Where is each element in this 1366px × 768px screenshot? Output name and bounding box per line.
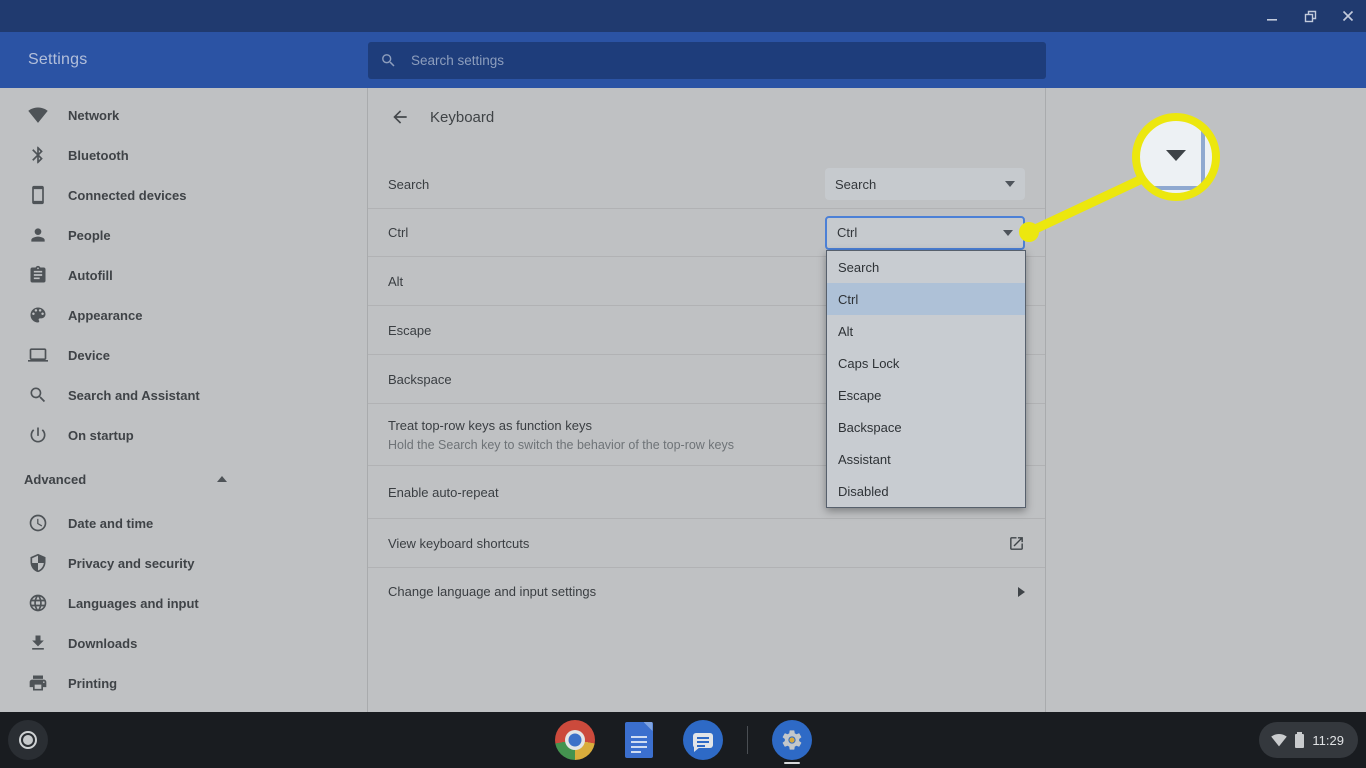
search-input[interactable] bbox=[411, 53, 1011, 68]
sidebar-item-date-time[interactable]: Date and time bbox=[0, 503, 367, 543]
menu-item-disabled[interactable]: Disabled bbox=[827, 475, 1025, 507]
dropdown-arrow-icon bbox=[1005, 181, 1015, 187]
docs-icon bbox=[625, 722, 653, 758]
sidebar-item-connected-devices[interactable]: Connected devices bbox=[0, 175, 367, 215]
settings-header: Settings bbox=[0, 32, 1366, 88]
person-icon bbox=[28, 225, 48, 245]
power-icon bbox=[28, 425, 48, 445]
menu-item-ctrl[interactable]: Ctrl bbox=[827, 283, 1025, 315]
external-link-icon bbox=[1008, 535, 1025, 552]
sidebar-item-people[interactable]: People bbox=[0, 215, 367, 255]
chromeos-screen: Settings Network Bluetooth bbox=[0, 0, 1366, 768]
subpage-header: Keyboard bbox=[368, 88, 1045, 160]
sidebar-item-languages-input[interactable]: Languages and input bbox=[0, 583, 367, 623]
palette-icon bbox=[28, 305, 48, 325]
sidebar-item-printing[interactable]: Printing bbox=[0, 663, 367, 703]
row-keyboard-shortcuts[interactable]: View keyboard shortcuts bbox=[368, 518, 1045, 567]
printer-icon bbox=[28, 673, 48, 693]
sidebar-item-search-assistant[interactable]: Search and Assistant bbox=[0, 375, 367, 415]
sidebar-item-on-startup[interactable]: On startup bbox=[0, 415, 367, 455]
sidebar-item-device[interactable]: Device bbox=[0, 335, 367, 375]
menu-item-search[interactable]: Search bbox=[827, 251, 1025, 283]
row-search-key: Search Search bbox=[368, 160, 1045, 208]
sidebar-item-privacy-security[interactable]: Privacy and security bbox=[0, 543, 367, 583]
clipboard-icon bbox=[28, 265, 48, 285]
shelf-app-chrome[interactable] bbox=[555, 716, 595, 764]
shelf-app-docs[interactable] bbox=[619, 716, 659, 764]
sidebar-item-bluetooth[interactable]: Bluetooth bbox=[0, 135, 367, 175]
ctrl-key-dropdown-menu: Search Ctrl Alt Caps Lock Escape Backspa… bbox=[826, 250, 1026, 508]
menu-item-escape[interactable]: Escape bbox=[827, 379, 1025, 411]
menu-item-backspace[interactable]: Backspace bbox=[827, 411, 1025, 443]
search-key-select[interactable]: Search bbox=[825, 168, 1025, 200]
sidebar-item-network[interactable]: Network bbox=[0, 95, 367, 135]
settings-sidebar: Network Bluetooth Connected devices Peop… bbox=[0, 88, 368, 712]
active-app-indicator bbox=[784, 762, 800, 764]
status-tray[interactable]: 11:29 bbox=[1259, 722, 1358, 758]
messages-icon bbox=[683, 720, 723, 760]
window-controls bbox=[1264, 0, 1356, 32]
menu-item-assistant[interactable]: Assistant bbox=[827, 443, 1025, 475]
settings-search-box[interactable] bbox=[368, 42, 1046, 79]
page-title: Settings bbox=[28, 32, 87, 88]
chrome-icon bbox=[555, 720, 595, 760]
clock-icon bbox=[28, 513, 48, 533]
close-button[interactable] bbox=[1340, 8, 1356, 24]
sidebar-item-appearance[interactable]: Appearance bbox=[0, 295, 367, 335]
row-ctrl-key: Ctrl Ctrl bbox=[368, 208, 1045, 256]
settings-gear-icon bbox=[772, 720, 812, 760]
dropdown-arrow-icon bbox=[1003, 230, 1013, 236]
sidebar-advanced-toggle[interactable]: Advanced bbox=[0, 455, 367, 503]
sidebar-item-downloads[interactable]: Downloads bbox=[0, 623, 367, 663]
minimize-button[interactable] bbox=[1264, 8, 1280, 24]
clock-time: 11:29 bbox=[1312, 733, 1344, 748]
shield-icon bbox=[28, 553, 48, 573]
chevron-right-icon bbox=[1018, 587, 1025, 597]
search-icon bbox=[380, 52, 397, 69]
download-icon bbox=[28, 633, 48, 653]
shelf-separator bbox=[747, 726, 748, 754]
sidebar-item-autofill[interactable]: Autofill bbox=[0, 255, 367, 295]
back-arrow-icon[interactable] bbox=[388, 105, 412, 129]
menu-item-alt[interactable]: Alt bbox=[827, 315, 1025, 347]
shelf-app-messages[interactable] bbox=[683, 716, 723, 764]
menu-item-caps-lock[interactable]: Caps Lock bbox=[827, 347, 1025, 379]
bluetooth-icon bbox=[28, 145, 48, 165]
wifi-icon bbox=[28, 105, 48, 125]
subpage-title: Keyboard bbox=[430, 109, 494, 126]
row-language-input[interactable]: Change language and input settings bbox=[368, 567, 1045, 615]
globe-icon bbox=[28, 593, 48, 613]
phone-icon bbox=[28, 185, 48, 205]
shelf-app-settings[interactable] bbox=[772, 716, 812, 764]
wifi-icon bbox=[1271, 732, 1287, 748]
settings-main: Network Bluetooth Connected devices Peop… bbox=[0, 88, 1366, 712]
restore-button[interactable] bbox=[1302, 8, 1318, 24]
shelf: 11:29 bbox=[0, 712, 1366, 768]
shelf-apps bbox=[0, 712, 1366, 768]
window-titlebar bbox=[0, 0, 1366, 32]
ctrl-key-select[interactable]: Ctrl bbox=[825, 216, 1025, 250]
search-icon bbox=[28, 385, 48, 405]
laptop-icon bbox=[28, 345, 48, 365]
battery-icon bbox=[1295, 734, 1304, 748]
chevron-up-icon bbox=[217, 476, 227, 482]
